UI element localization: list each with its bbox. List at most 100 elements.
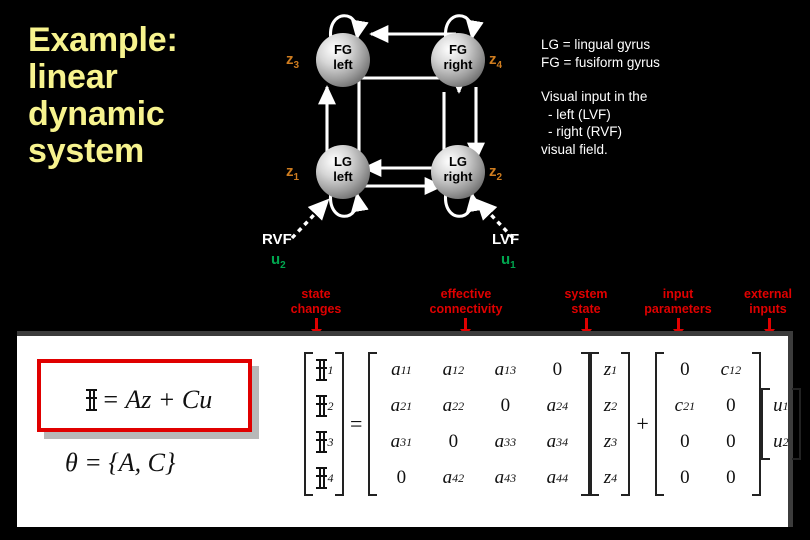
zdot-cell: 1 (311, 352, 337, 388)
node-label-line1: LG (333, 154, 353, 169)
annotation-line1: input (662, 287, 694, 301)
matrix-c-cell: 0 (726, 431, 736, 452)
node-label-lg-left: LG left (313, 154, 373, 184)
u-vector: u1 u2 (760, 388, 801, 460)
node-label-line2: right (443, 57, 473, 72)
annotation-line1: state (301, 287, 331, 301)
legend: LG = lingual gyrus FG = fusiform gyrus V… (541, 36, 803, 158)
state-label-z2: z2 (489, 163, 502, 183)
legend-abbreviations: LG = lingual gyrus FG = fusiform gyrus (541, 36, 803, 71)
state-label-z4: z4 (489, 51, 502, 71)
u-vector-cell: u2 (773, 431, 789, 452)
annotation-line1: effective (440, 287, 492, 301)
annotation-line2: inputs (749, 302, 787, 316)
annotation-effective-connectivity: effective connectivity (401, 287, 531, 317)
annotation-line1: external (744, 287, 792, 301)
node-label-fg-left: FG left (313, 42, 373, 72)
node-label-fg-right: FG right (428, 42, 488, 72)
state-label-z3: z3 (286, 51, 299, 71)
input-subscript: 2 (280, 260, 286, 271)
network-diagram: FG left FG right LG left LG right z3 z4 … (230, 0, 530, 285)
z-vector: z1 z2 z3 z4 (590, 352, 631, 496)
annotation-system-state: system state (543, 287, 629, 317)
annotation-line1: system (564, 287, 608, 301)
matrix-c: 0 c 12 c 21 0 0 0 0 0 (654, 352, 761, 496)
node-label-line1: FG (333, 42, 353, 57)
annotation-state-changes: state changes (266, 287, 366, 317)
state-symbol: z (489, 51, 497, 68)
legend-line-lg: LG = lingual gyrus (541, 37, 651, 52)
node-label-line2: right (443, 169, 473, 184)
matrix-a-cell: a 42 (442, 467, 465, 488)
legend-description: Visual input in the - left (LVF) - right… (541, 88, 803, 158)
z-vector-cell: z3 (603, 431, 618, 452)
matrix-a-cell: a 21 (390, 395, 413, 416)
legend-desc-line-2: - left (LVF) (548, 106, 611, 122)
zdot-cell: 3 (311, 424, 337, 460)
node-label-line2: left (333, 169, 353, 184)
matrix-a-cell: a 34 (546, 431, 569, 452)
matrix-a-cell: a 22 (442, 395, 465, 416)
matrix-c-cell: 0 (726, 395, 736, 416)
state-subscript: 4 (496, 60, 503, 71)
z-vector-cell: z2 (603, 395, 618, 416)
annotation-line2: connectivity (429, 302, 503, 316)
matrix-a-cell: a 12 (442, 359, 465, 380)
annotation-line2: parameters (644, 302, 712, 316)
matrix-c-cell: c 21 (674, 395, 696, 416)
visual-field-label-lvf: LVF (492, 231, 520, 248)
state-subscript: 1 (293, 172, 300, 183)
z-vector-cell: z1 (603, 359, 618, 380)
matrix-a-cell: a 43 (494, 467, 517, 488)
page-title: Example: linear dynamic system (28, 21, 178, 170)
u-vector-cell: u1 (773, 395, 789, 416)
node-label-line1: LG (448, 154, 468, 169)
annotation-input-parameters: input parameters (620, 287, 736, 317)
z-vector-cell: z4 (603, 467, 618, 488)
matrix-c-cell: c 12 (720, 359, 742, 380)
matrix-a-cell: 0 (396, 467, 407, 488)
input-symbol: u (501, 251, 511, 268)
legend-spacer (541, 71, 803, 88)
external-input-edges (290, 198, 515, 240)
matrix-c-cell: 0 (680, 467, 690, 488)
matrix-a-cell: a 13 (494, 359, 517, 380)
matrix-a-cell: a 24 (546, 395, 569, 416)
state-equation-rhs: = Az + Cu (101, 384, 213, 414)
zdot-cell: 4 (311, 460, 337, 496)
theta-equation: θ = {A, C} (65, 448, 176, 477)
legend-desc-line-4: visual field. (541, 141, 608, 157)
equation-box-highlight: = Az + Cu (37, 359, 252, 432)
input-subscript: 1 (510, 260, 516, 271)
node-label-line2: left (333, 57, 353, 72)
zdot-glyph (85, 388, 98, 412)
state-symbol: z (489, 163, 497, 180)
state-equation: = Az + Cu (41, 363, 256, 436)
annotation-external-inputs: external inputs (727, 287, 809, 317)
input-label-u2: u2 (271, 251, 286, 271)
node-label-lg-right: LG right (428, 154, 488, 184)
input-label-u1: u1 (501, 251, 516, 271)
visual-field-label-rvf: RVF (262, 231, 292, 248)
legend-desc-line-1: Visual input in the (541, 89, 648, 104)
state-subscript: 2 (496, 172, 503, 183)
equals-sign: = (350, 411, 363, 436)
matrix-a-cell: 0 (500, 395, 511, 416)
zdot-cell: 2 (311, 388, 337, 424)
node-label-line1: FG (448, 42, 468, 57)
input-edge-rvf (290, 198, 330, 240)
equation-panel: = Az + Cu θ = {A, C} 1 2 3 4 = a 11 a 12 a… (17, 331, 801, 527)
matrix-c-cell: 0 (726, 467, 736, 488)
matrix-equation: 1 2 3 4 = a 11 a 12 a 13 0 a 21 a 22 0 a 24 a3… (304, 352, 801, 496)
plus-sign: + (636, 411, 649, 436)
zdot-vector: 1 2 3 4 (304, 352, 344, 496)
state-label-z1: z1 (286, 163, 299, 183)
annotation-line2: changes (290, 302, 342, 316)
legend-line-fg: FG = fusiform gyrus (541, 54, 660, 70)
matrix-a-cell: a 33 (494, 431, 517, 452)
state-symbol: z (286, 163, 294, 180)
state-symbol: z (286, 51, 294, 68)
matrix-a-cell: a 11 (391, 359, 412, 380)
matrix-a-cell: a 44 (546, 467, 569, 488)
matrix-a-cell: 0 (552, 359, 563, 380)
